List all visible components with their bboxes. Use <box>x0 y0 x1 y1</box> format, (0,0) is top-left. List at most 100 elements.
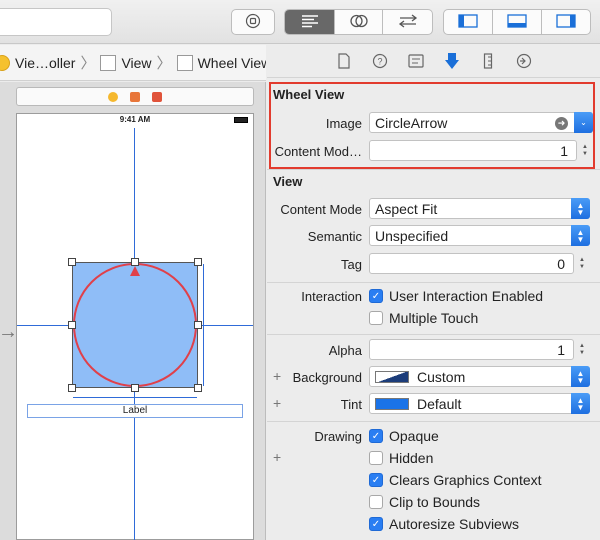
divider <box>267 77 600 78</box>
clears-graphics-checkbox-row[interactable]: ✓ Clears Graphics Context <box>369 472 542 488</box>
debug-area-toggle-button[interactable] <box>493 10 542 34</box>
semantic-popup[interactable]: Unspecified ▲ ▼ <box>369 225 590 246</box>
checkbox-checked-icon[interactable]: ✓ <box>369 517 383 531</box>
alpha-stepper[interactable]: ▲ ▼ <box>576 339 588 360</box>
quick-help-icon[interactable]: ? <box>370 51 390 71</box>
content-mode-value: Aspect Fit <box>375 200 438 217</box>
label-view[interactable]: Label <box>27 404 243 418</box>
breadcrumb-view-controller[interactable]: Vie…oller <box>0 54 76 71</box>
view-controller-icon[interactable] <box>108 91 118 102</box>
add-variation-plus-icon[interactable]: + <box>273 449 281 465</box>
hidden-checkbox-row[interactable]: Hidden <box>369 450 433 466</box>
svg-text:?: ? <box>377 57 382 67</box>
scene-dock <box>16 87 254 106</box>
semantic-label: Semantic <box>307 229 362 244</box>
checkbox-unchecked-icon[interactable] <box>369 451 383 465</box>
height-dimension-guide <box>203 264 204 386</box>
assistant-editor-button[interactable] <box>335 10 383 34</box>
resize-handle[interactable] <box>194 321 202 329</box>
user-interaction-checkbox-row[interactable]: ✓ User Interaction Enabled <box>369 288 543 304</box>
resize-handle[interactable] <box>68 384 76 392</box>
multiple-touch-checkbox-row[interactable]: Multiple Touch <box>369 310 478 326</box>
checkbox-checked-icon[interactable]: ✓ <box>369 429 383 443</box>
stop-circle-icon <box>245 13 261 32</box>
tint-color-popup[interactable]: Default ▲ ▼ <box>369 393 590 414</box>
first-responder-icon[interactable] <box>130 91 140 102</box>
activity-view <box>0 8 112 36</box>
tint-label: Tint <box>340 397 362 412</box>
hidden-label: Hidden <box>389 450 434 466</box>
version-editor-icon <box>397 13 419 31</box>
standard-editor-button[interactable] <box>285 10 335 34</box>
navigator-toggle-button[interactable] <box>444 10 493 34</box>
alpha-field[interactable]: 1 <box>369 339 574 360</box>
opaque-label: Opaque <box>389 428 439 444</box>
user-interaction-label: User Interaction Enabled <box>389 288 544 304</box>
clip-to-bounds-checkbox-row[interactable]: Clip to Bounds <box>369 494 480 510</box>
breadcrumb-view[interactable]: View <box>100 54 152 71</box>
storyboard-canvas[interactable]: → 9:41 AM Label <box>0 82 266 540</box>
navigator-toggle-icon <box>458 13 478 31</box>
jump-bar: Vie…oller 〉 View 〉 Wheel View <box>0 45 266 81</box>
view-icon <box>176 54 193 71</box>
opaque-checkbox-row[interactable]: ✓ Opaque <box>369 428 439 444</box>
view-toggles-segmented <box>443 9 591 35</box>
tag-value: 0 <box>557 255 565 272</box>
size-inspector-icon[interactable] <box>478 51 498 71</box>
checkbox-checked-icon[interactable]: ✓ <box>369 289 383 303</box>
file-inspector-icon[interactable] <box>334 51 354 71</box>
version-editor-button[interactable] <box>383 10 432 34</box>
view-controller-icon <box>0 54 10 71</box>
attributes-inspector-icon[interactable] <box>442 51 462 71</box>
exit-icon[interactable] <box>152 91 162 102</box>
checkbox-unchecked-icon[interactable] <box>369 495 383 509</box>
width-dimension-guide <box>73 397 197 398</box>
resize-handle[interactable] <box>194 258 202 266</box>
toolbar <box>0 0 600 44</box>
tag-field[interactable]: 0 <box>369 253 574 274</box>
clears-label: Clears Graphics Context <box>389 472 542 488</box>
battery-icon <box>234 117 248 123</box>
resize-handle[interactable] <box>131 384 139 392</box>
tag-stepper[interactable]: ▲ ▼ <box>576 253 588 274</box>
interaction-label: Interaction <box>301 289 362 304</box>
breadcrumb-label: View <box>121 54 152 71</box>
chevron-right-icon: 〉 <box>80 55 96 72</box>
autoresize-label: Autoresize Subviews <box>389 516 519 532</box>
custom-color-swatch <box>375 370 409 383</box>
circle-arrow-image <box>73 263 197 387</box>
checkbox-checked-icon[interactable]: ✓ <box>369 473 383 487</box>
background-value: Custom <box>417 368 466 385</box>
breadcrumb-label: Vie…oller <box>15 54 76 71</box>
utilities-toggle-icon <box>556 13 576 31</box>
breadcrumb-wheel-view[interactable]: Wheel View <box>176 54 266 71</box>
up-down-chevron-icon: ▲ ▼ <box>571 393 590 414</box>
breadcrumb-label: Wheel View <box>197 54 266 71</box>
assistant-editor-icon <box>349 13 369 32</box>
checkbox-unchecked-icon[interactable] <box>369 311 383 325</box>
connections-inspector-icon[interactable] <box>514 51 534 71</box>
debug-area-toggle-icon <box>507 13 527 31</box>
utilities-toggle-button[interactable] <box>542 10 590 34</box>
content-mode-label: Content Mode <box>280 202 362 217</box>
breakpoint-button[interactable] <box>231 9 275 35</box>
background-color-popup[interactable]: Custom ▲ ▼ <box>369 366 590 387</box>
drawing-label: Drawing <box>314 429 362 444</box>
identity-inspector-icon[interactable] <box>406 51 426 71</box>
resize-handle[interactable] <box>68 321 76 329</box>
semantic-value: Unspecified <box>375 227 449 244</box>
multiple-touch-label: Multiple Touch <box>389 310 479 326</box>
annotation-highlight-box <box>269 82 595 169</box>
divider <box>267 282 600 283</box>
label-text: Label <box>122 405 148 416</box>
autoresize-checkbox-row[interactable]: ✓ Autoresize Subviews <box>369 516 519 532</box>
standard-editor-icon <box>300 14 320 31</box>
resize-handle[interactable] <box>68 258 76 266</box>
device-frame[interactable]: 9:41 AM Label <box>16 113 254 540</box>
content-mode-popup[interactable]: Aspect Fit ▲ ▼ <box>369 198 590 219</box>
resize-handle[interactable] <box>131 258 139 266</box>
background-label: Background <box>292 370 362 385</box>
wheel-view[interactable] <box>72 262 198 388</box>
divider <box>267 421 600 422</box>
resize-handle[interactable] <box>194 384 202 392</box>
